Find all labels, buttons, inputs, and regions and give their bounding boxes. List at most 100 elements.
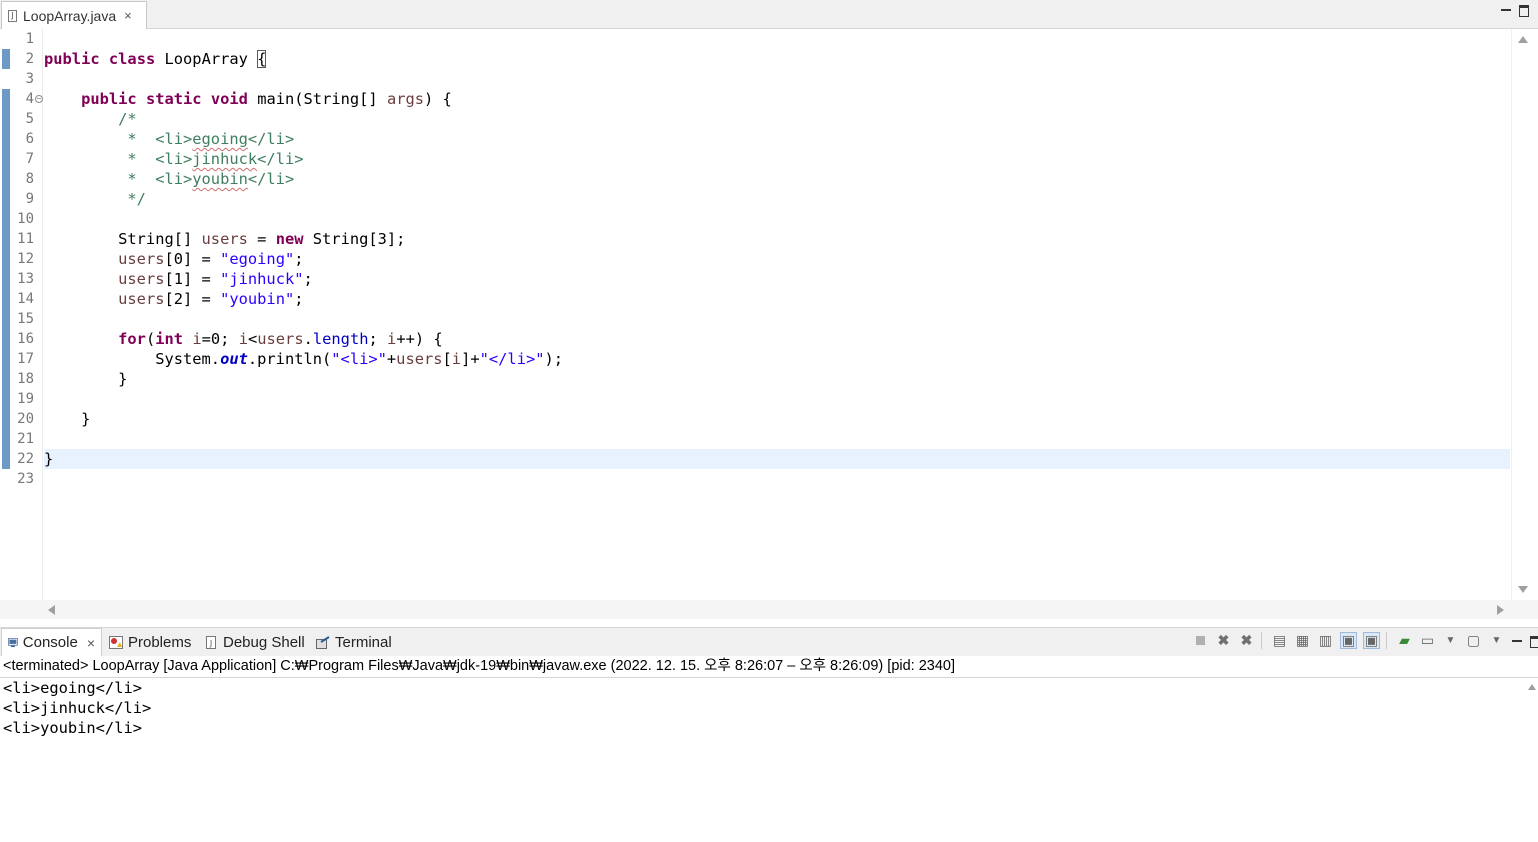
editor-vertical-scrollbar[interactable] <box>1511 29 1538 600</box>
scroll-up-icon[interactable] <box>1528 684 1536 690</box>
comment-line: */ <box>44 190 146 208</box>
parameter: args <box>386 90 425 108</box>
terminate-icon[interactable] <box>1192 632 1209 649</box>
line-number: 4 <box>25 91 34 107</box>
code-text-area[interactable]: public class LoopArray { public static v… <box>44 29 1510 600</box>
line-number: 13 <box>17 271 34 287</box>
spelling-warning: egoing <box>192 130 248 148</box>
debug-shell-icon: J <box>206 635 216 649</box>
keyword: class <box>108 50 156 68</box>
line-number: 1 <box>25 31 34 47</box>
console-output[interactable]: <li>egoing</li> <li>jinhuck</li> <li>you… <box>0 678 1526 842</box>
comment-line: /* <box>44 110 137 128</box>
tab-console-label: Console <box>22 634 78 651</box>
console-toolbar: ✖ ✖ ▤ ▦ ▥ ▣ ▣ ▰ ▭ ▼ ▢ ▼ <box>1192 632 1538 649</box>
open-console-icon[interactable]: ▢ <box>1465 632 1482 649</box>
code-line: users[2] = "youbin"; <box>118 290 304 308</box>
line-number: 11 <box>17 231 34 247</box>
matching-bracket: { <box>257 50 267 68</box>
keyword: public <box>44 50 100 68</box>
line-number: 16 <box>17 331 34 347</box>
code-line: users[1] = "jinhuck"; <box>118 270 313 288</box>
toolbar-separator <box>1386 632 1390 649</box>
code-editor[interactable]: 1 2 3 4 − 5 6 7 8 9 10 11 12 13 14 15 16… <box>0 29 1538 619</box>
close-icon[interactable]: × <box>124 8 132 23</box>
scroll-left-icon[interactable] <box>48 605 55 615</box>
terminal-icon <box>316 635 330 649</box>
code-line: } <box>44 450 54 468</box>
code-line: System.out.println("<li>"+users[i]+"</li… <box>44 350 564 368</box>
line-number: 14 <box>17 291 34 307</box>
scroll-up-icon[interactable] <box>1518 36 1528 43</box>
svg-text:J: J <box>209 639 212 648</box>
toolbar-separator <box>1261 632 1265 649</box>
line-number: 2 <box>25 51 34 67</box>
line-number: 22 <box>17 451 34 467</box>
editor-horizontal-scrollbar[interactable] <box>0 600 1538 619</box>
string-literal: "egoing" <box>220 250 295 268</box>
chevron-down-icon[interactable]: ▼ <box>1442 632 1459 649</box>
fold-collapse-icon[interactable]: − <box>35 95 43 103</box>
chevron-down-icon[interactable]: ▼ <box>1488 632 1505 649</box>
console-icon <box>8 637 18 648</box>
change-marker <box>2 49 10 69</box>
editor-tab-label: LoopArray.java <box>23 7 117 24</box>
maximize-icon[interactable] <box>1518 3 1530 17</box>
line-number: 3 <box>25 71 34 87</box>
tab-problems[interactable]: Problems <box>109 628 191 656</box>
minimize-icon[interactable] <box>1511 634 1523 648</box>
code-line: } <box>44 410 91 428</box>
editor-tab-bar: J LoopArray.java × <box>0 0 1538 29</box>
line-number: 21 <box>17 431 34 447</box>
line-number: 20 <box>17 411 34 427</box>
scroll-lock-icon[interactable]: ▦ <box>1294 632 1311 649</box>
maximize-icon[interactable] <box>1529 634 1538 648</box>
show-on-stdout-icon[interactable]: ▣ <box>1340 632 1357 649</box>
close-icon[interactable]: × <box>87 635 95 651</box>
remove-all-terminated-icon[interactable]: ✖ <box>1238 632 1255 649</box>
code-line: users[0] = "egoing"; <box>118 250 304 268</box>
clear-console-icon[interactable]: ▤ <box>1271 632 1288 649</box>
scroll-down-icon[interactable] <box>1518 586 1528 593</box>
display-console-icon[interactable]: ▭ <box>1419 632 1436 649</box>
word-wrap-icon[interactable]: ▥ <box>1317 632 1334 649</box>
class-name: LoopArray <box>155 50 258 68</box>
comment-line: * <li>jinhuck</li> <box>44 150 304 168</box>
editor-tab-looparray[interactable]: J LoopArray.java × <box>1 1 147 29</box>
keyword: public <box>81 90 137 108</box>
line-number: 9 <box>25 191 34 207</box>
editor-window-controls <box>1500 3 1530 17</box>
line-number: 10 <box>17 211 34 227</box>
comment-line: * <li>youbin</li> <box>44 170 295 188</box>
spelling-warning: jinhuck <box>192 150 258 168</box>
change-marker <box>2 89 10 469</box>
string-literal: "youbin" <box>220 290 295 308</box>
console-output-line: <li>youbin</li> <box>3 719 142 737</box>
change-ruler <box>0 29 12 600</box>
pin-console-icon[interactable]: ▰ <box>1396 632 1413 649</box>
console-vertical-scrollbar[interactable] <box>1526 678 1538 842</box>
scroll-right-icon[interactable] <box>1497 605 1504 615</box>
line-number: 15 <box>17 311 34 327</box>
string-literal: "jinhuck" <box>220 270 304 288</box>
minimize-icon[interactable] <box>1500 3 1512 17</box>
console-process-description: <terminated> LoopArray [Java Application… <box>0 656 1538 678</box>
code-line: for(int i=0; i<users.length; i++) { <box>118 330 443 348</box>
line-number: 6 <box>25 131 34 147</box>
line-number: 7 <box>25 151 34 167</box>
tab-debug-shell[interactable]: J Debug Shell <box>204 628 305 656</box>
code-line: public class LoopArray { <box>44 49 267 69</box>
tab-terminal[interactable]: Terminal <box>316 628 392 656</box>
console-output-line: <li>egoing</li> <box>3 679 142 697</box>
line-number: 5 <box>25 111 34 127</box>
problems-icon <box>109 635 123 649</box>
line-number-gutter: 1 2 3 4 − 5 6 7 8 9 10 11 12 13 14 15 16… <box>12 29 43 600</box>
code-line: String[] users = new String[3]; <box>44 230 406 248</box>
spelling-warning: youbin <box>192 170 248 188</box>
show-on-stderr-icon[interactable]: ▣ <box>1363 632 1380 649</box>
tab-debug-shell-label: Debug Shell <box>223 633 305 651</box>
line-number: 17 <box>17 351 34 367</box>
keyword: static <box>145 90 202 108</box>
remove-launch-icon[interactable]: ✖ <box>1215 632 1232 649</box>
tab-console[interactable]: Console × <box>1 628 102 656</box>
